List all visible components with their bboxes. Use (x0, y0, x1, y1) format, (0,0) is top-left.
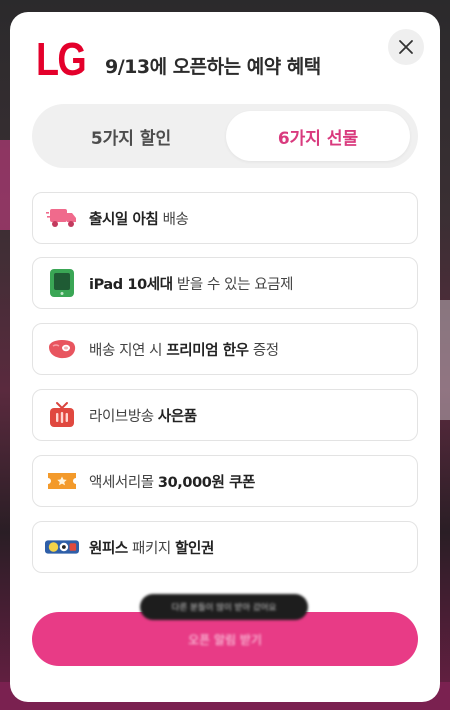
tablet-icon (45, 268, 79, 298)
benefit-item-premium-hanwoo[interactable]: 배송 지연 시 프리미엄 한우 증정 (32, 323, 418, 375)
benefit-bold-text: 30,000원 쿠폰 (157, 474, 255, 491)
one-piece-logo-icon (45, 532, 79, 562)
benefit-text: 증정 (248, 342, 279, 359)
open-alert-button[interactable]: 오픈 알림 받기 (32, 612, 418, 666)
benefits-modal: LG 9/13에 오픈하는 예약 혜택 5가지 할인 6가지 선물 출시일 아침… (10, 12, 440, 702)
close-button[interactable] (388, 29, 424, 65)
tab-gifts[interactable]: 6가지 선물 (226, 111, 410, 161)
benefit-bold-text: 원피스 (89, 540, 128, 557)
benefit-item-onepiece-package[interactable]: 원피스 패키지 할인권 (32, 521, 418, 573)
coupon-icon (45, 466, 79, 496)
benefit-bold-text: 출시일 아침 (89, 211, 159, 228)
benefit-item-live-gift[interactable]: 라이브방송 사은품 (32, 389, 418, 441)
benefit-pre-text: 라이브방송 (89, 408, 158, 425)
cta-label: 오픈 알림 받기 (188, 632, 262, 647)
delivery-truck-icon (45, 203, 79, 233)
modal-title: 9/13에 오픈하는 예약 혜택 (105, 56, 321, 78)
benefit-bold-text-2: 할인권 (175, 540, 214, 557)
benefit-tabs: 5가지 할인 6가지 선물 (32, 104, 418, 168)
tooltip-bubble: 다른 분들이 많이 받아 갔어요 (140, 594, 308, 620)
live-tv-icon (45, 400, 79, 430)
benefit-bold-text: iPad 10세대 (89, 276, 173, 293)
benefit-item-ipad-plan[interactable]: iPad 10세대 받을 수 있는 요금제 (32, 257, 418, 309)
benefit-item-launch-delivery[interactable]: 출시일 아침 배송 (32, 192, 418, 244)
benefit-pre-text: 배송 지연 시 (89, 342, 167, 359)
benefit-text: 배송 (158, 211, 189, 228)
benefit-pre-text: 액세서리몰 (89, 474, 158, 491)
lg-logo: LG (36, 33, 87, 85)
close-icon (399, 40, 413, 54)
beef-icon (45, 334, 79, 364)
benefit-item-accessory-coupon[interactable]: 액세서리몰 30,000원 쿠폰 (32, 455, 418, 507)
benefit-text: 패키지 (127, 540, 176, 557)
benefit-bold-text: 사은품 (157, 408, 197, 425)
benefit-bold-text: 프리미엄 한우 (166, 342, 249, 359)
tab-discounts[interactable]: 5가지 할인 (40, 111, 222, 161)
benefit-text: 받을 수 있는 요금제 (172, 276, 294, 293)
